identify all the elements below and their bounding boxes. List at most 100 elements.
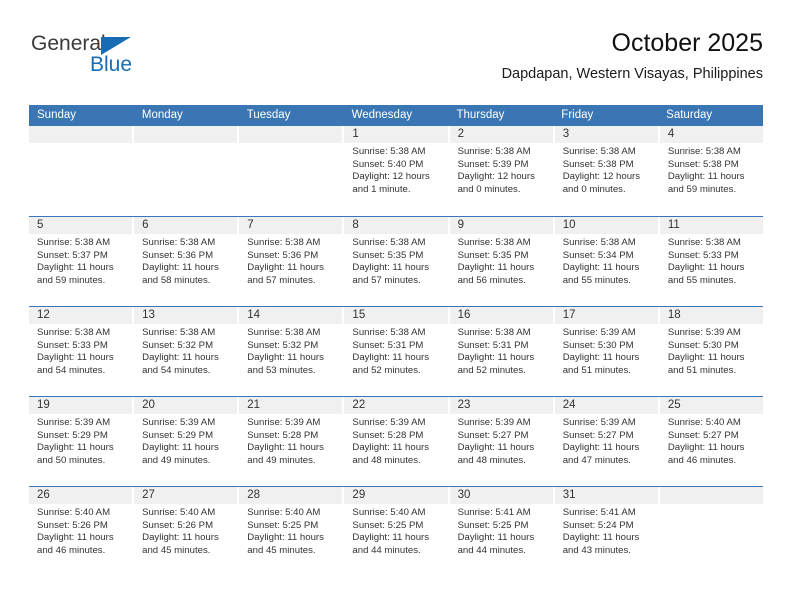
calendar-day-cell[interactable]: 13 Sunrise: 5:38 AM Sunset: 5:32 PM Dayligh…	[134, 307, 240, 396]
sunset-text: Sunset: 5:32 PM	[142, 339, 214, 351]
sunset-text: Sunset: 5:25 PM	[247, 519, 319, 531]
day-details: Sunrise: 5:39 AM Sunset: 5:29 PM Daylight:…	[134, 414, 237, 467]
brand-logo[interactable]: General Blue	[29, 32, 249, 92]
day-details: Sunrise: 5:39 AM Sunset: 5:29 PM Daylight:…	[29, 414, 132, 467]
day-number: 19	[29, 397, 133, 414]
day-number: 5	[29, 217, 133, 234]
sunrise-text: Sunrise: 5:38 AM	[457, 327, 531, 338]
day-number: 24	[554, 397, 658, 414]
calendar-day-cell[interactable]: 2 Sunrise: 5:38 AM Sunset: 5:39 PM Daylight…	[449, 126, 555, 216]
calendar-grid: Sunday Monday Tuesday Wednesday Thursday…	[29, 105, 763, 576]
calendar-day-cell[interactable]: 9 Sunrise: 5:38 AM Sunset: 5:35 PM Daylight…	[449, 217, 555, 306]
calendar-day-cell[interactable]: 12 Sunrise: 5:38 AM Sunset: 5:33 PM Dayligh…	[29, 307, 135, 396]
daylight-text: Daylight: 11 hours and 46 minutes.	[667, 442, 745, 466]
calendar-day-cell[interactable]: 22 Sunrise: 5:39 AM Sunset: 5:28 PM Dayligh…	[344, 397, 450, 486]
sunset-text: Sunset: 5:24 PM	[562, 519, 634, 531]
sunset-text: Sunset: 5:30 PM	[562, 339, 634, 351]
calendar-day-cell[interactable]: 17 Sunrise: 5:39 AM Sunset: 5:30 PM Dayligh…	[554, 307, 660, 396]
day-details: Sunrise: 5:41 AM Sunset: 5:24 PM Daylight:…	[555, 504, 658, 557]
day-details: Sunrise: 5:38 AM Sunset: 5:35 PM Daylight:…	[450, 234, 553, 287]
day-details: Sunrise: 5:39 AM Sunset: 5:30 PM Daylight:…	[660, 324, 763, 377]
sunset-text: Sunset: 5:38 PM	[562, 158, 634, 170]
day-details: Sunrise: 5:40 AM Sunset: 5:26 PM Daylight:…	[134, 504, 237, 557]
calendar-day-cell[interactable]: 28 Sunrise: 5:40 AM Sunset: 5:25 PM Dayligh…	[239, 487, 345, 576]
daylight-text: Daylight: 11 hours and 51 minutes.	[667, 352, 745, 376]
calendar-day-cell[interactable]: 18 Sunrise: 5:39 AM Sunset: 5:30 PM Dayligh…	[659, 307, 763, 396]
calendar-day-cell[interactable]: 29 Sunrise: 5:40 AM Sunset: 5:25 PM Dayligh…	[344, 487, 450, 576]
sunrise-text: Sunrise: 5:38 AM	[352, 146, 426, 157]
daylight-text: Daylight: 11 hours and 47 minutes.	[562, 442, 640, 466]
sunset-text: Sunset: 5:26 PM	[37, 519, 108, 531]
sunset-text: Sunset: 5:33 PM	[37, 339, 108, 351]
calendar-week-row: 5 Sunrise: 5:38 AM Sunset: 5:37 PM Daylight…	[29, 216, 763, 306]
calendar-day-cell[interactable]: 6 Sunrise: 5:38 AM Sunset: 5:36 PM Daylight…	[134, 217, 240, 306]
day-number: 16	[449, 307, 553, 324]
daylight-text: Daylight: 11 hours and 44 minutes.	[352, 532, 430, 556]
sunrise-text: Sunrise: 5:40 AM	[37, 507, 111, 518]
daylight-text: Daylight: 11 hours and 45 minutes.	[247, 532, 324, 556]
weekday-header-wednesday: Wednesday	[351, 109, 413, 121]
day-number: 15	[344, 307, 448, 324]
calendar-day-cell[interactable]: 24 Sunrise: 5:39 AM Sunset: 5:27 PM Dayligh…	[554, 397, 660, 486]
day-number: 11	[659, 217, 763, 234]
day-number: 1	[344, 126, 448, 143]
daylight-text: Daylight: 12 hours and 0 minutes.	[457, 171, 535, 195]
day-number	[659, 487, 763, 504]
day-details: Sunrise: 5:39 AM Sunset: 5:28 PM Daylight:…	[344, 414, 447, 467]
day-number: 26	[29, 487, 133, 504]
sunrise-text: Sunrise: 5:38 AM	[562, 146, 636, 157]
calendar-day-cell[interactable]: 20 Sunrise: 5:39 AM Sunset: 5:29 PM Dayligh…	[134, 397, 240, 486]
sunrise-text: Sunrise: 5:38 AM	[247, 237, 321, 248]
sunrise-text: Sunrise: 5:40 AM	[667, 417, 741, 428]
calendar-week-row: 26 Sunrise: 5:40 AM Sunset: 5:26 PM Dayligh…	[29, 486, 763, 576]
calendar-day-cell[interactable]: 25 Sunrise: 5:40 AM Sunset: 5:27 PM Dayligh…	[659, 397, 763, 486]
calendar-day-cell[interactable]: 10 Sunrise: 5:38 AM Sunset: 5:34 PM Dayligh…	[554, 217, 660, 306]
weekday-header-monday: Monday	[141, 109, 183, 121]
calendar-day-cell[interactable]: 5 Sunrise: 5:38 AM Sunset: 5:37 PM Daylight…	[29, 217, 135, 306]
daylight-text: Daylight: 12 hours and 1 minute.	[352, 171, 430, 195]
sunrise-text: Sunrise: 5:38 AM	[667, 146, 741, 157]
weekday-header-sunday: Sunday	[37, 109, 77, 121]
day-number: 3	[554, 126, 658, 143]
day-details: Sunrise: 5:38 AM Sunset: 5:31 PM Daylight:…	[344, 324, 447, 377]
day-number: 18	[659, 307, 763, 324]
calendar-day-cell[interactable]: 27 Sunrise: 5:40 AM Sunset: 5:26 PM Dayligh…	[134, 487, 240, 576]
day-details: Sunrise: 5:40 AM Sunset: 5:25 PM Daylight:…	[344, 504, 447, 557]
weekday-header-row: Sunday Monday Tuesday Wednesday Thursday…	[29, 105, 763, 126]
calendar-day-cell[interactable]: 16 Sunrise: 5:38 AM Sunset: 5:31 PM Dayligh…	[449, 307, 555, 396]
calendar-day-cell[interactable]: 30 Sunrise: 5:41 AM Sunset: 5:25 PM Dayligh…	[449, 487, 555, 576]
calendar-day-cell[interactable]: 11 Sunrise: 5:38 AM Sunset: 5:33 PM Dayligh…	[659, 217, 763, 306]
day-details: Sunrise: 5:38 AM Sunset: 5:38 PM Daylight:…	[660, 143, 763, 196]
calendar-weeks: 1 Sunrise: 5:38 AM Sunset: 5:40 PM Daylight…	[29, 126, 763, 576]
daylight-text: Daylight: 11 hours and 54 minutes.	[37, 352, 114, 376]
calendar-day-cell[interactable]: 21 Sunrise: 5:39 AM Sunset: 5:28 PM Dayligh…	[239, 397, 345, 486]
weekday-header-tuesday: Tuesday	[246, 109, 291, 121]
day-number: 28	[239, 487, 343, 504]
sunset-text: Sunset: 5:29 PM	[142, 429, 214, 441]
daylight-text: Daylight: 11 hours and 54 minutes.	[142, 352, 219, 376]
sunset-text: Sunset: 5:35 PM	[457, 249, 529, 261]
calendar-day-cell[interactable]: 23 Sunrise: 5:39 AM Sunset: 5:27 PM Dayligh…	[449, 397, 555, 486]
daylight-text: Daylight: 11 hours and 46 minutes.	[37, 532, 114, 556]
calendar-day-cell[interactable]: 19 Sunrise: 5:39 AM Sunset: 5:29 PM Dayligh…	[29, 397, 135, 486]
calendar-day-cell[interactable]: 4 Sunrise: 5:38 AM Sunset: 5:38 PM Daylight…	[659, 126, 763, 216]
sunset-text: Sunset: 5:40 PM	[352, 158, 424, 170]
calendar-day-cell[interactable]: 14 Sunrise: 5:38 AM Sunset: 5:32 PM Dayligh…	[239, 307, 345, 396]
calendar-day-cell[interactable]: 31 Sunrise: 5:41 AM Sunset: 5:24 PM Dayligh…	[554, 487, 660, 576]
sunset-text: Sunset: 5:36 PM	[142, 249, 214, 261]
day-details: Sunrise: 5:38 AM Sunset: 5:32 PM Daylight:…	[134, 324, 237, 377]
sunset-text: Sunset: 5:39 PM	[457, 158, 529, 170]
calendar-day-cell[interactable]: 3 Sunrise: 5:38 AM Sunset: 5:38 PM Daylight…	[554, 126, 660, 216]
daylight-text: Daylight: 11 hours and 52 minutes.	[352, 352, 430, 376]
calendar-day-cell[interactable]: 26 Sunrise: 5:40 AM Sunset: 5:26 PM Dayligh…	[29, 487, 135, 576]
calendar-day-cell[interactable]: 1 Sunrise: 5:38 AM Sunset: 5:40 PM Daylight…	[344, 126, 450, 216]
sunrise-text: Sunrise: 5:39 AM	[562, 327, 636, 338]
calendar-day-cell[interactable]: 15 Sunrise: 5:38 AM Sunset: 5:31 PM Dayligh…	[344, 307, 450, 396]
calendar-day-cell[interactable]: 7 Sunrise: 5:38 AM Sunset: 5:36 PM Daylight…	[239, 217, 345, 306]
brand-name-bottom: Blue	[90, 53, 133, 76]
daylight-text: Daylight: 11 hours and 56 minutes.	[457, 262, 535, 286]
day-number: 31	[554, 487, 658, 504]
calendar-day-cell[interactable]: 8 Sunrise: 5:38 AM Sunset: 5:35 PM Daylight…	[344, 217, 450, 306]
day-number: 7	[239, 217, 343, 234]
sunrise-text: Sunrise: 5:38 AM	[667, 237, 741, 248]
